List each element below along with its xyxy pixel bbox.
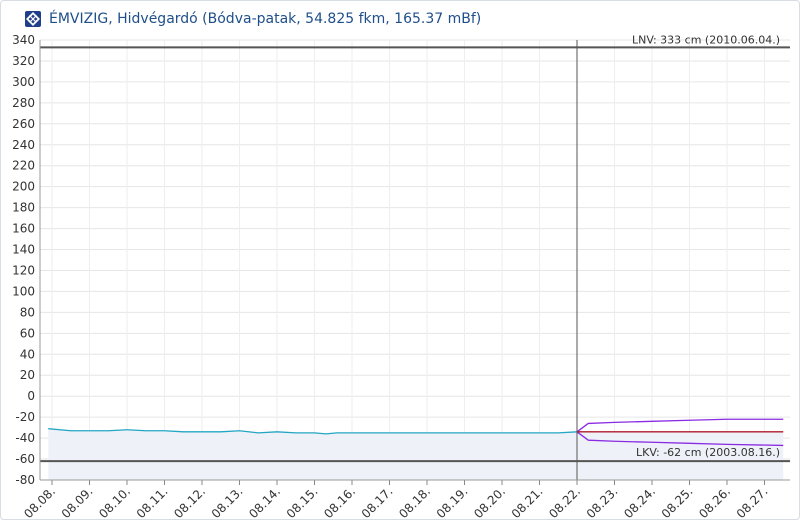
y-tick-label: 240: [12, 138, 35, 152]
y-tick-label: -20: [15, 410, 35, 424]
water-level-chart: LNV: 333 cm (2010.06.04.) LKV: -62 cm (20…: [12, 33, 790, 520]
x-tick-label: 08.23.: [584, 484, 621, 520]
x-tick-label: 08.18.: [396, 484, 433, 520]
x-tick-label: 08.10.: [96, 484, 133, 520]
x-tick-label: 08.21.: [509, 484, 546, 520]
y-tick-label: 60: [20, 326, 35, 340]
y-tick-label: 20: [20, 368, 35, 382]
y-tick-label: 260: [12, 117, 35, 131]
forecast-upper-line: [576, 418, 784, 433]
y-tick-label: -80: [15, 473, 35, 487]
x-tick-label: 08.14.: [246, 484, 283, 520]
y-tick-label: 100: [12, 284, 35, 298]
y-tick-label: 120: [12, 263, 35, 277]
y-tick-label: 80: [20, 305, 35, 319]
x-tick-label: 08.12.: [171, 484, 208, 520]
y-tick-label: -40: [15, 431, 35, 445]
x-tick-label: 08.08.: [21, 484, 58, 520]
y-tick-label: 140: [12, 243, 35, 257]
y-tick-label: 0: [27, 389, 35, 403]
y-tick-label: 280: [12, 96, 35, 110]
x-tick-label: 08.13.: [209, 484, 246, 520]
y-tick-label: 220: [12, 159, 35, 173]
y-tick-label: 340: [12, 33, 35, 47]
x-tick-label: 08.09.: [59, 484, 96, 520]
x-tick-label: 08.17.: [359, 484, 396, 520]
y-tick-label: 300: [12, 75, 35, 89]
lkv-label: LKV: -62 cm (2003.08.16.): [636, 446, 780, 459]
x-tick-label: 08.19.: [434, 484, 471, 520]
reference-lines: LNV: 333 cm (2010.06.04.) LKV: -62 cm (20…: [40, 33, 790, 480]
x-tick-label: 08.27.: [734, 484, 771, 520]
y-tick-label: 200: [12, 180, 35, 194]
y-tick-label: 40: [20, 347, 35, 361]
y-tick-label: -60: [15, 452, 35, 466]
x-tick-label: 08.26.: [696, 484, 733, 520]
x-tick-label: 08.25.: [659, 484, 696, 520]
x-tick-label: 08.24.: [621, 484, 658, 520]
x-tick-label: 08.16.: [321, 484, 358, 520]
grid-lines: [40, 39, 790, 481]
y-tick-label: 320: [12, 54, 35, 68]
x-tick-label: 08.11.: [134, 484, 171, 520]
x-tick-label: 08.22.: [546, 484, 583, 520]
x-tick-label: 08.15.: [284, 484, 321, 520]
y-tick-label: 180: [12, 201, 35, 215]
x-tick-label: 08.20.: [471, 484, 508, 520]
y-tick-label: 160: [12, 222, 35, 236]
lnv-label: LNV: 333 cm (2010.06.04.): [632, 33, 780, 46]
